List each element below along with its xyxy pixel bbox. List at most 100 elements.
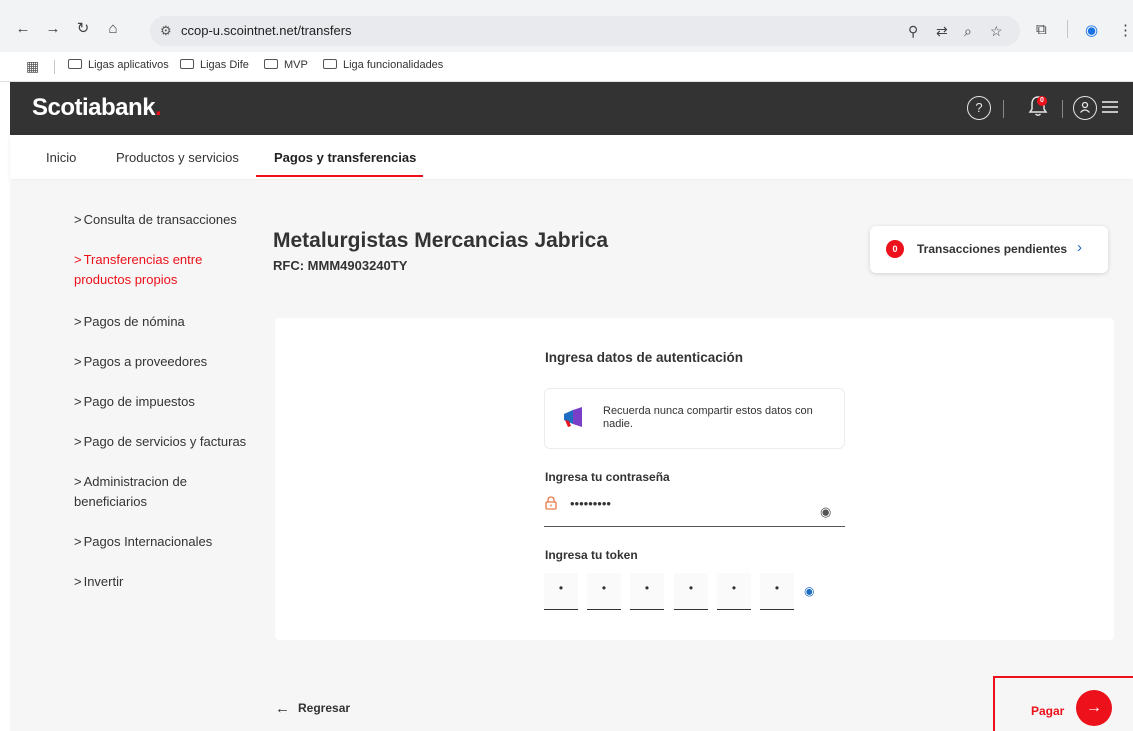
header-divider: [1062, 100, 1063, 118]
location-icon[interactable]: ⚲: [908, 23, 918, 40]
chevron-right-icon: >: [74, 394, 82, 409]
sidebar-item-label: Pagos de nómina: [83, 314, 185, 329]
folder-icon: [264, 59, 278, 69]
nav-pagos-transferencias[interactable]: Pagos y transferencias: [274, 150, 416, 165]
user-avatar-icon[interactable]: [1073, 96, 1097, 120]
password-value[interactable]: •••••••••: [570, 496, 611, 511]
sidebar-item-label: Pago de servicios y facturas: [83, 434, 247, 449]
chevron-right-icon: >: [74, 574, 82, 589]
zoom-icon[interactable]: ⌕: [964, 23, 972, 40]
back-icon[interactable]: ←: [14, 20, 32, 38]
sidebar-item-label: Pagos Internacionales: [83, 534, 213, 549]
help-icon[interactable]: ?: [967, 96, 991, 120]
pending-count-badge: 0: [886, 240, 904, 258]
bookmark-mvp[interactable]: MVP: [264, 59, 308, 71]
folder-icon: [180, 59, 194, 69]
bookmark-label: Ligas Dife: [200, 59, 249, 71]
bookmark-ligas-aplicativos[interactable]: Ligas aplicativos: [68, 59, 169, 71]
apps-grid-icon[interactable]: ▦: [26, 58, 39, 75]
token-digit-input[interactable]: •: [717, 573, 751, 610]
sidebar-item-label: Pagos a proveedores: [83, 354, 208, 369]
site-header: Scotiabank. ? 0: [10, 82, 1133, 135]
bookmarks-bar: ▦ Ligas aplicativos Ligas Dife MVP Liga …: [0, 52, 1133, 82]
notifications-badge: 0: [1037, 96, 1047, 106]
bookmark-label: Ligas aplicativos: [88, 59, 169, 71]
profile-icon[interactable]: ◉: [1085, 21, 1098, 39]
active-tab-indicator: [256, 175, 423, 177]
url-text[interactable]: ccop-u.scointnet.net/transfers: [181, 23, 352, 38]
sidebar-item-pagos-proveedores[interactable]: > Pagos a proveedores: [74, 352, 207, 372]
token-digit-input[interactable]: •: [544, 573, 578, 610]
home-icon[interactable]: ⌂: [104, 20, 122, 38]
hamburger-menu-icon[interactable]: [1102, 99, 1118, 117]
token-digit-input[interactable]: •: [760, 573, 794, 610]
reload-icon[interactable]: ↻: [74, 20, 92, 38]
password-field[interactable]: ••••••••• ◉: [544, 493, 845, 527]
pay-label[interactable]: Pagar: [1031, 704, 1064, 718]
browser-toolbar: ← → ↻ ⌂ ⚙ ccop-u.scointnet.net/transfers…: [0, 0, 1133, 52]
chevron-right-icon: >: [74, 212, 82, 227]
translate-icon[interactable]: ⇄: [936, 23, 948, 40]
sidebar-item-consulta-transacciones[interactable]: > Consulta de transacciones: [74, 210, 237, 230]
chevron-right-icon: >: [74, 534, 82, 549]
token-digit-input[interactable]: •: [587, 573, 621, 610]
forward-icon[interactable]: →: [44, 20, 62, 38]
nav-productos-servicios[interactable]: Productos y servicios: [116, 150, 239, 165]
toolbar-divider: [1067, 20, 1068, 38]
arrow-right-icon: →: [1086, 699, 1102, 716]
show-password-eye-icon[interactable]: ◉: [820, 504, 831, 520]
sidebar-item-label: Consulta de transacciones: [83, 212, 237, 227]
scotiabank-logo[interactable]: Scotiabank.: [32, 94, 162, 122]
back-label: Regresar: [298, 701, 351, 715]
sidebar-item-transferencias-propios[interactable]: > Transferencias entre productos propios: [74, 250, 224, 290]
company-rfc: RFC: MMM4903240TY: [273, 258, 408, 273]
sidebar-item-label: Administracion de beneficiarios: [74, 474, 187, 509]
sidebar-item-pago-impuestos[interactable]: > Pago de impuestos: [74, 392, 195, 412]
arrow-left-icon: ←: [275, 700, 290, 717]
bookmark-liga-funcionalidades[interactable]: Liga funcionalidades: [323, 59, 443, 71]
sidebar-item-pagos-internacionales[interactable]: > Pagos Internacionales: [74, 532, 212, 552]
bookmark-label: MVP: [284, 59, 308, 71]
nav-inicio[interactable]: Inicio: [46, 150, 76, 165]
chevron-right-icon: >: [74, 434, 82, 449]
bookmark-ligas-dife[interactable]: Ligas Dife: [180, 59, 249, 71]
browser-menu-icon[interactable]: ⋮: [1118, 21, 1133, 39]
token-label: Ingresa tu token: [545, 548, 638, 562]
password-label: Ingresa tu contraseña: [545, 470, 670, 484]
folder-icon: [323, 59, 337, 69]
token-digit-input[interactable]: •: [630, 573, 664, 610]
bookmark-star-icon[interactable]: ☆: [990, 23, 1003, 40]
chevron-right-icon: >: [74, 314, 82, 329]
token-digit-input[interactable]: •: [674, 573, 708, 610]
pending-transactions-button[interactable]: 0 Transacciones pendientes ›: [870, 226, 1108, 273]
chevron-right-icon: ›: [1077, 239, 1082, 256]
header-divider: [1003, 100, 1004, 118]
chevron-right-icon: >: [74, 474, 82, 489]
main-navigation: Inicio Productos y servicios Pagos y tra…: [10, 135, 1133, 179]
show-token-eye-icon[interactable]: ◉: [804, 584, 814, 598]
pay-button[interactable]: →: [1076, 690, 1112, 726]
folder-icon: [68, 59, 82, 69]
sidebar-item-pagos-nomina[interactable]: > Pagos de nómina: [74, 312, 185, 332]
sidebar-item-label: Transferencias entre productos propios: [74, 252, 203, 287]
logo-dot: .: [155, 94, 162, 121]
address-bar[interactable]: ⚙ ccop-u.scointnet.net/transfers ⚲ ⇄ ⌕ ☆: [150, 16, 1020, 46]
notice-text: Recuerda nunca compartir estos datos con…: [603, 405, 813, 430]
logo-text: Scotiabank: [32, 94, 156, 121]
bookmark-label: Liga funcionalidades: [343, 59, 444, 71]
lock-icon: [545, 496, 557, 510]
auth-title: Ingresa datos de autenticación: [545, 350, 744, 365]
sidebar-item-label: Pago de impuestos: [83, 394, 195, 409]
pending-label: Transacciones pendientes: [917, 242, 1068, 256]
megaphone-icon: [561, 407, 585, 429]
chevron-right-icon: >: [74, 252, 82, 267]
sidebar-item-invertir[interactable]: > Invertir: [74, 572, 123, 592]
site-info-icon[interactable]: ⚙: [160, 23, 172, 39]
back-button[interactable]: ← Regresar: [275, 700, 350, 717]
extensions-icon[interactable]: ⧉: [1036, 21, 1047, 38]
sidebar-item-label: Invertir: [83, 574, 124, 589]
company-name: Metalurgistas Mercancias Jabrica: [273, 229, 608, 252]
bookmarks-divider: [54, 60, 55, 74]
sidebar-item-pago-servicios[interactable]: > Pago de servicios y facturas: [74, 432, 246, 452]
sidebar-item-administracion-beneficiarios[interactable]: > Administracion de beneficiarios: [74, 472, 214, 512]
